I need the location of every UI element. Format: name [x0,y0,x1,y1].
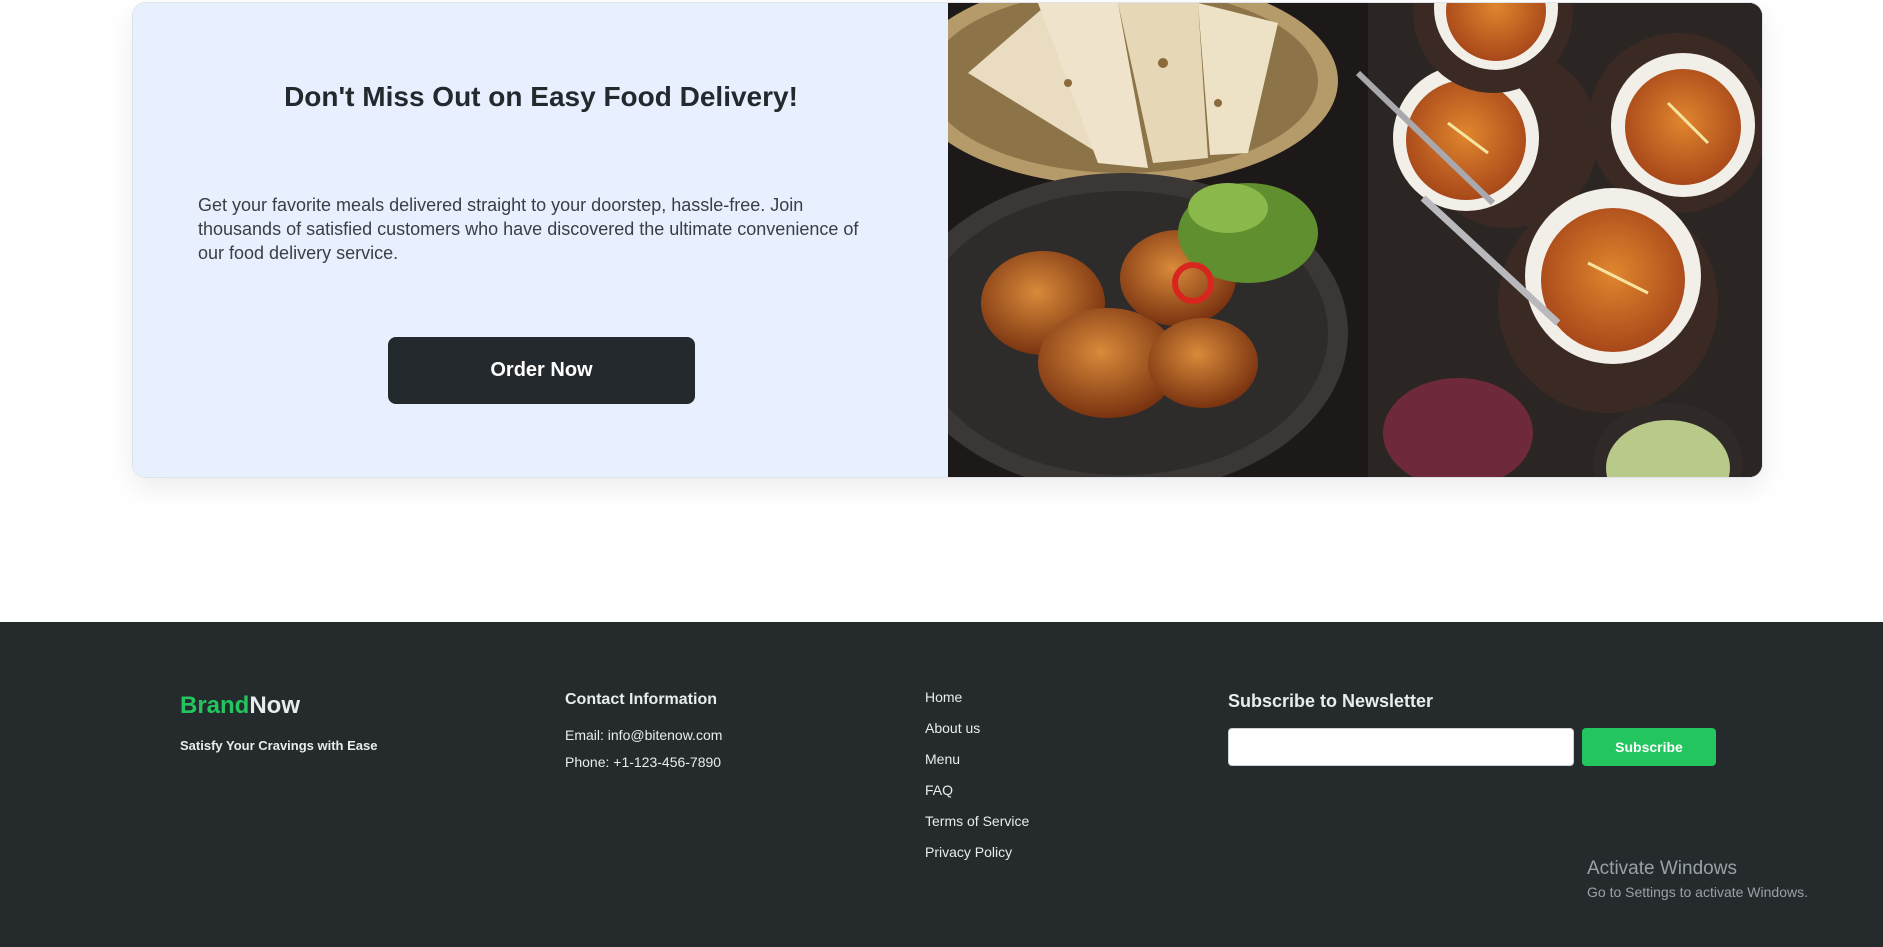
subscribe-button[interactable]: Subscribe [1582,728,1716,766]
page: Don't Miss Out on Easy Food Delivery! Ge… [0,0,1883,947]
brand-part1: Brand [180,692,250,719]
footer-link-home[interactable]: Home [925,689,1029,720]
cta-text-panel: Don't Miss Out on Easy Food Delivery! Ge… [133,3,948,477]
food-image [948,3,1762,477]
brand-part2: Now [249,692,301,719]
food-photo-illustration [948,3,1762,477]
footer-link-about[interactable]: About us [925,720,1029,751]
footer-link-privacy[interactable]: Privacy Policy [925,844,1029,875]
footer-link-menu[interactable]: Menu [925,751,1029,782]
footer-link-terms[interactable]: Terms of Service [925,813,1029,844]
contact-phone: Phone: +1-123-456-7890 [565,754,722,770]
activate-windows-watermark: Activate Windows Go to Settings to activ… [1587,858,1808,900]
brand-tagline: Satisfy Your Cravings with Ease [180,738,378,753]
footer-links: Home About us Menu FAQ Terms of Service … [925,689,1029,875]
footer-link-faq[interactable]: FAQ [925,782,1029,813]
watermark-line2: Go to Settings to activate Windows. [1587,884,1808,900]
cta-description: Get your favorite meals delivered straig… [198,195,859,263]
contact-title: Contact Information [565,691,717,708]
contact-email: Email: info@bitenow.com [565,727,723,743]
newsletter-title: Subscribe to Newsletter [1228,691,1434,711]
watermark-line1: Activate Windows [1587,858,1737,879]
newsletter-email-input[interactable] [1228,728,1574,766]
order-now-button[interactable]: Order Now [388,337,695,404]
cta-card: Don't Miss Out on Easy Food Delivery! Ge… [132,2,1763,478]
brand-logo[interactable]: BrandNow [180,692,300,720]
footer: BrandNow Satisfy Your Cravings with Ease… [0,622,1883,947]
cta-title: Don't Miss Out on Easy Food Delivery! [284,81,798,112]
